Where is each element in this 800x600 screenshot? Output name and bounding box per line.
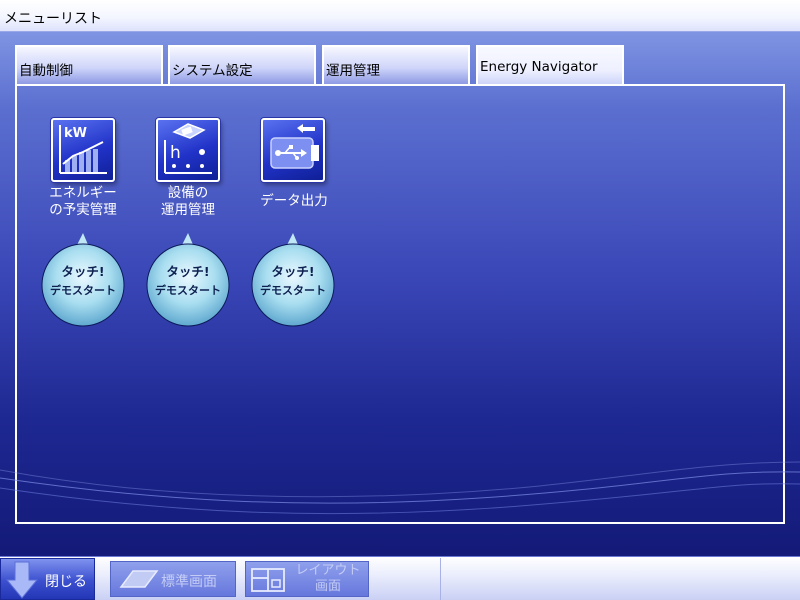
energy-plan-actual-label: エネルギー の予実管理 xyxy=(30,185,136,219)
equipment-operation-label: 設備の 運用管理 xyxy=(136,185,240,219)
svg-text:h: h xyxy=(170,143,181,163)
label-line: データ出力 xyxy=(260,193,328,209)
standard-screen-icon xyxy=(119,570,159,588)
label-line: 設備の xyxy=(167,185,209,201)
speech-bubble-shape xyxy=(146,233,230,327)
demo-touch-text: タッチ! xyxy=(166,264,210,279)
standard-screen-label: 標準画面 xyxy=(161,574,217,590)
tab-system-settings[interactable]: システム設定 xyxy=(168,45,316,85)
data-export-label: データ出力 xyxy=(242,193,346,210)
demo-start-text: デモスタート xyxy=(260,284,326,297)
footer-divider xyxy=(440,558,441,600)
demo-start-text: デモスタート xyxy=(155,284,221,297)
close-button-label: 閉じる xyxy=(45,574,87,590)
tab-label: 自動制御 xyxy=(19,63,73,79)
speech-bubble-shape xyxy=(251,233,335,327)
tab-label: 運用管理 xyxy=(326,63,380,79)
equipment-operation-tile[interactable]: h xyxy=(156,118,220,182)
content-panel xyxy=(15,84,785,524)
down-arrow-icon xyxy=(5,561,39,599)
window-title: メニューリスト xyxy=(4,11,102,27)
label-line: 画面 xyxy=(314,579,341,594)
speech-bubble-shape xyxy=(41,233,125,327)
equipment-operation-icon: h xyxy=(164,123,212,174)
demo-start-bubble-energy[interactable]: タッチ! デモスタート xyxy=(36,233,130,327)
layout-screen-icon xyxy=(251,568,285,592)
layout-screen-label: レイアウト 画面 xyxy=(290,563,366,595)
standard-screen-button[interactable]: 標準画面 xyxy=(110,561,236,597)
tab-energy-navigator[interactable]: Energy Navigator xyxy=(476,45,624,86)
svg-text:kW: kW xyxy=(64,126,87,141)
tab-label: システム設定 xyxy=(172,63,253,79)
demo-start-bubble-data-export[interactable]: タッチ! デモスタート xyxy=(246,233,340,327)
demo-start-text: デモスタート xyxy=(50,284,116,297)
label-line: エネルギー xyxy=(49,185,117,201)
label-line: 運用管理 xyxy=(161,202,215,218)
energy-plan-actual-tile[interactable]: kW xyxy=(51,118,115,182)
label-line: の予実管理 xyxy=(49,202,117,218)
demo-start-bubble-equipment[interactable]: タッチ! デモスタート xyxy=(141,233,235,327)
demo-touch-text: タッチ! xyxy=(271,264,315,279)
layout-screen-button[interactable]: レイアウト 画面 xyxy=(245,561,369,597)
label-line: レイアウト xyxy=(295,563,361,578)
title-bar: メニューリスト xyxy=(0,0,800,32)
usb-export-icon xyxy=(270,124,319,169)
close-button[interactable]: 閉じる xyxy=(0,558,95,600)
energy-kw-chart-icon: kW xyxy=(59,125,107,174)
data-export-tile[interactable] xyxy=(261,118,325,182)
demo-touch-text: タッチ! xyxy=(61,264,105,279)
tab-auto-control[interactable]: 自動制御 xyxy=(15,45,163,85)
tab-operation-management[interactable]: 運用管理 xyxy=(322,45,470,85)
tab-label: Energy Navigator xyxy=(480,59,598,75)
